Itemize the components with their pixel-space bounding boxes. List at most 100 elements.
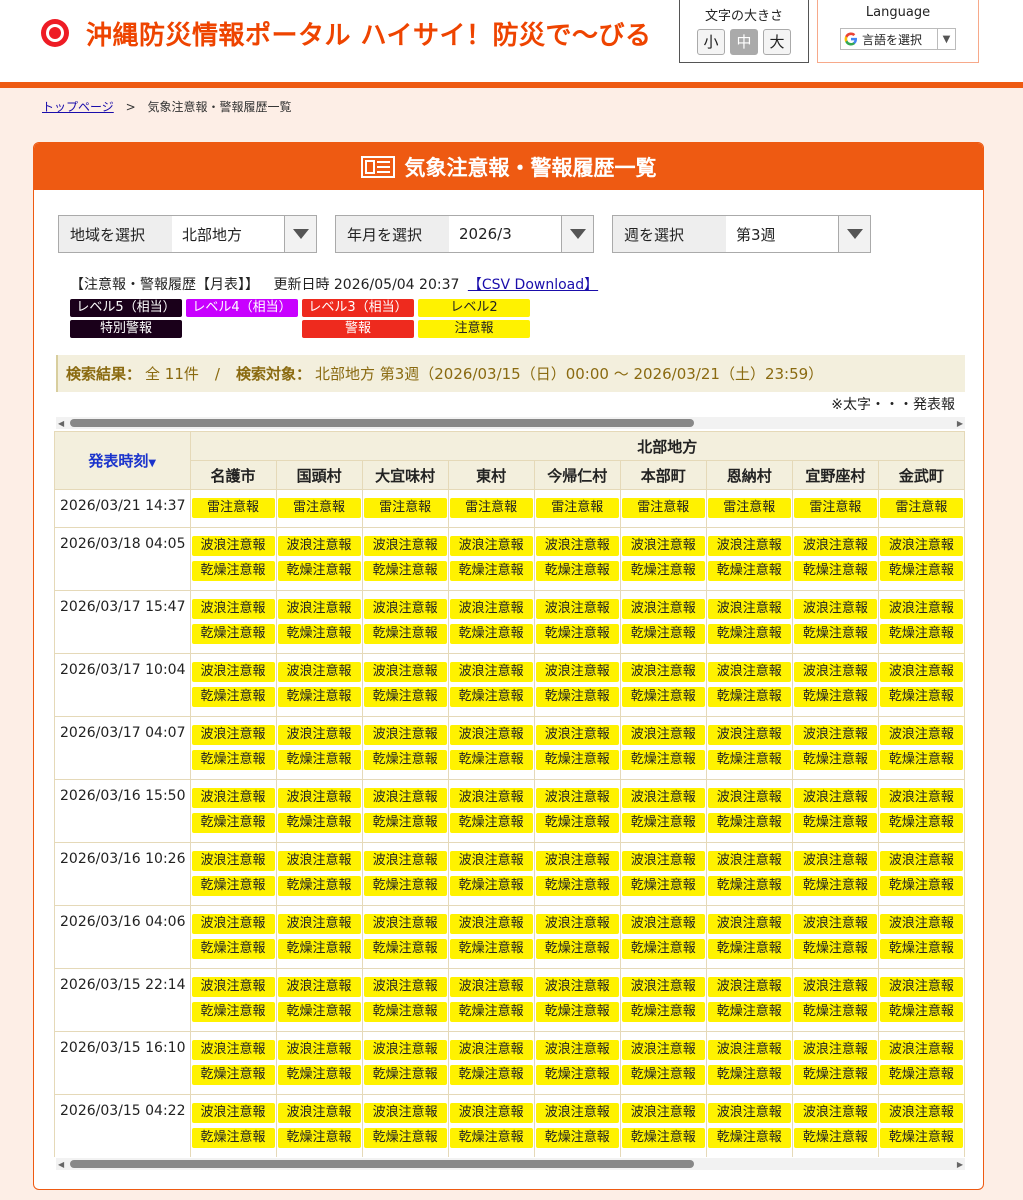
advisory-badge: 乾燥注意報 [363,876,447,896]
warning-cell: 波浪注意報 乾燥注意報 [619,1094,707,1157]
warning-cell: 波浪注意報 乾燥注意報 [275,968,363,1032]
warning-cell: 波浪注意報 乾燥注意報 [877,1031,965,1095]
warning-cell: 波浪注意報 乾燥注意報 [533,779,621,843]
issue-time-cell: 2026/03/17 10:04 [54,653,191,717]
advisory-badge: 波浪注意報 [449,536,533,556]
advisory-badge: 雷注意報 [793,498,877,518]
warning-cell: 波浪注意報 乾燥注意報 [791,716,879,780]
municipality-column-header: 宜野座村 [791,460,879,490]
warning-cell: 波浪注意報 乾燥注意報 [275,527,363,591]
table-row: 2026/03/17 04:07 波浪注意報 乾燥注意報 波浪注意報 乾燥注意報 波浪注意… [54,716,965,780]
warning-history-table-wrapper[interactable]: 発表時刻▼ 北部地方 名護市 国頭村 大宜味村 東村 今帰仁村 本部町 恩納村 宜野座村 金武町… [54,431,965,1157]
warning-cell: 雷注意報 [705,489,793,528]
font-size-large-button[interactable]: 大 [763,29,791,55]
advisory-badge: 波浪注意報 [879,851,963,871]
warning-cell: 波浪注意報 乾燥注意報 [705,527,793,591]
table-row: 2026/03/15 04:22 波浪注意報 乾燥注意報 波浪注意報 乾燥注意報 波浪注意… [54,1094,965,1157]
warning-cell: 波浪注意報 乾燥注意報 [877,527,965,591]
advisory-badge: 波浪注意報 [879,536,963,556]
scroll-left-icon[interactable]: ◀ [58,419,64,428]
chevron-down-icon [284,216,316,252]
advisory-badge: 波浪注意報 [535,536,619,556]
warning-cell: 波浪注意報 乾燥注意報 [447,653,535,717]
advisory-badge: 波浪注意報 [449,1040,533,1060]
breadcrumb-home-link[interactable]: トップページ [42,100,114,114]
municipality-column-header: 東村 [447,460,535,490]
municipality-column-header: 名護市 [189,460,277,490]
warning-cell: 波浪注意報 乾燥注意報 [189,842,277,906]
advisory-badge: 雷注意報 [535,498,619,518]
advisory-badge: 乾燥注意報 [793,1128,877,1148]
advisory-badge: 波浪注意報 [535,977,619,997]
warning-cell: 波浪注意報乾燥注意報 [619,716,707,780]
warning-cell: 波浪注意報 乾燥注意報 [705,968,793,1032]
scrollbar-thumb[interactable] [70,1160,694,1168]
advisory-badge: 波浪注意報 [277,599,361,619]
advisory-badge: 波浪注意報 [621,725,705,745]
sort-by-time-header[interactable]: 発表時刻▼ [54,431,191,490]
advisory-badge: 乾燥注意報 [535,624,619,644]
advisory-badge: 乾燥注意報 [879,939,963,959]
advisory-badge: 波浪注意報 [449,662,533,682]
history-label: 【注意報・警報履歴【月表】】 [70,277,259,293]
scrollbar-thumb[interactable] [70,419,694,427]
advisory-badge: 雷注意報 [277,498,361,518]
month-select[interactable]: 年月を選択 2026/3 [335,215,594,253]
scroll-left-icon[interactable]: ◀ [58,1160,64,1169]
warning-cell: 波浪注意報 乾燥注意報 [705,1094,793,1157]
advisory-badge: 乾燥注意報 [449,939,533,959]
advisory-badge: 乾燥注意報 [793,1065,877,1085]
advisory-badge: 乾燥注意報 [535,1002,619,1022]
font-size-small-button[interactable]: 小 [697,29,725,55]
advisory-badge: 乾燥注意報 [621,750,705,770]
issue-time-cell: 2026/03/16 15:50 [54,779,191,843]
font-size-medium-button[interactable]: 中 [730,29,758,55]
warning-cell: 波浪注意報 乾燥注意報 [447,1031,535,1095]
advisory-badge: 乾燥注意報 [535,687,619,707]
advisory-badge: 乾燥注意報 [449,624,533,644]
week-select[interactable]: 週を選択 第3週 [612,215,871,253]
legend-level2: レベル2 [418,299,530,317]
region-select[interactable]: 地域を選択 北部地方 [58,215,317,253]
advisory-badge: 波浪注意報 [793,851,877,871]
site-title[interactable]: 沖縄防災情報ポータル ハイサイ！防災で〜びる [86,15,652,52]
warning-cell: 雷注意報 [791,489,879,528]
advisory-badge: 波浪注意報 [363,1103,447,1123]
table-row: 2026/03/17 15:47 波浪注意報 乾燥注意報 波浪注意報 乾燥注意報 波浪注意… [54,590,965,654]
advisory-badge: 乾燥注意報 [707,813,791,833]
warning-cell: 波浪注意報 乾燥注意報 [189,779,277,843]
site-logo-icon[interactable] [40,18,70,48]
warning-cell: 波浪注意報 乾燥注意報 [533,905,621,969]
advisory-badge: 波浪注意報 [363,977,447,997]
sort-desc-icon: ▼ [148,458,157,469]
scroll-right-icon[interactable]: ▶ [957,419,963,428]
week-select-value: 第3週 [736,225,776,244]
advisory-badge: 波浪注意報 [879,662,963,682]
table-scrollbar-bottom[interactable]: ◀ ▶ [56,1158,965,1170]
advisory-badge: 乾燥注意報 [535,561,619,581]
advisory-badge: 波浪注意報 [793,725,877,745]
table-scrollbar-top[interactable]: ◀ ▶ [56,417,965,429]
advisory-badge: 波浪注意報 [363,662,447,682]
region-select-label: 地域を選択 [59,216,172,252]
advisory-badge: 波浪注意報 [621,599,705,619]
warning-cell: 波浪注意報 乾燥注意報 [275,1031,363,1095]
warning-cell: 波浪注意報 乾燥注意報 [447,716,535,780]
advisory-badge: 波浪注意報 [879,725,963,745]
language-select[interactable]: 言語を選択 ▼ [840,28,956,50]
advisory-badge: 波浪注意報 [621,977,705,997]
scroll-right-icon[interactable]: ▶ [957,1160,963,1169]
advisory-badge: 乾燥注意報 [879,1065,963,1085]
warning-cell: 波浪注意報 乾燥注意報 [619,527,707,591]
advisory-badge: 乾燥注意報 [879,1128,963,1148]
sort-header-label: 発表時刻 [88,452,149,470]
google-icon [844,32,857,46]
csv-download-link[interactable]: 【CSV Download】 [468,277,598,293]
month-select-label: 年月を選択 [336,216,449,252]
chevron-down-icon [838,216,870,252]
advisory-badge: 波浪注意報 [191,1040,275,1060]
advisory-badge: 波浪注意報 [879,1103,963,1123]
advisory-badge: 波浪注意報 [191,725,275,745]
advisory-badge: 波浪注意報 [277,788,361,808]
advisory-badge: 乾燥注意報 [277,750,361,770]
